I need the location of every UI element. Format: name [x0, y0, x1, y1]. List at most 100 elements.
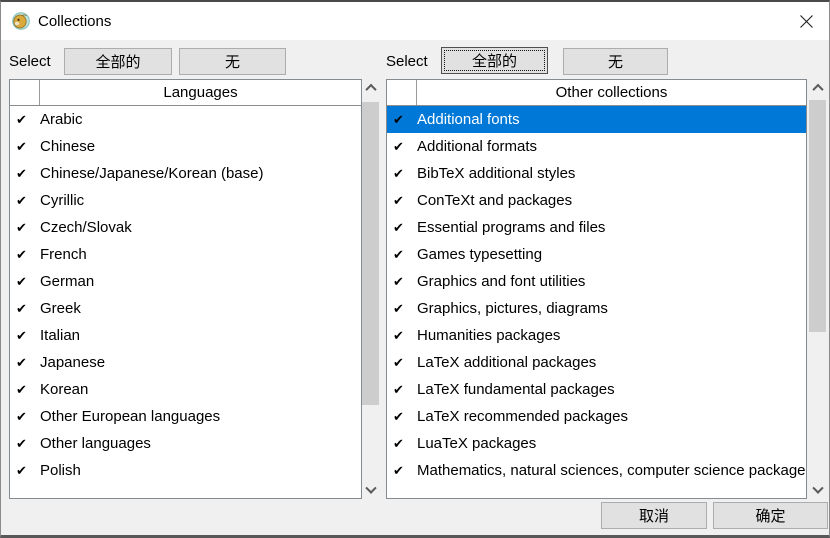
checkmark-icon: ✔	[10, 436, 40, 452]
list-item[interactable]: ✔BibTeX additional styles	[387, 160, 806, 187]
languages-header-label: Languages	[40, 80, 361, 105]
list-item[interactable]: ✔German	[10, 268, 361, 295]
list-item[interactable]: ✔Polish	[10, 457, 361, 484]
checkmark-icon: ✔	[10, 139, 40, 155]
list-item-label: Additional fonts	[417, 111, 806, 128]
scroll-down-button[interactable]	[362, 482, 379, 499]
list-item-label: ConTeXt and packages	[417, 192, 806, 209]
other-collections-list[interactable]: Other collections ✔Additional fonts ✔Add…	[386, 79, 807, 499]
list-item[interactable]: ✔Graphics, pictures, diagrams	[387, 295, 806, 322]
right-select-label: Select	[386, 53, 428, 70]
checkmark-icon: ✔	[387, 166, 417, 182]
texlive-logo-icon	[12, 12, 30, 30]
list-item[interactable]: ✔Greek	[10, 295, 361, 322]
checkmark-icon: ✔	[387, 409, 417, 425]
list-item-label: Essential programs and files	[417, 219, 806, 236]
checkmark-icon: ✔	[10, 463, 40, 479]
list-item[interactable]: ✔Chinese/Japanese/Korean (base)	[10, 160, 361, 187]
list-item-label: Chinese/Japanese/Korean (base)	[40, 165, 361, 182]
scroll-down-button[interactable]	[809, 482, 826, 499]
list-item[interactable]: ✔Games typesetting	[387, 241, 806, 268]
checkmark-icon: ✔	[10, 355, 40, 371]
checkmark-icon: ✔	[10, 112, 40, 128]
list-item[interactable]: ✔Other European languages	[10, 403, 361, 430]
checkmark-icon: ✔	[10, 166, 40, 182]
list-item[interactable]: ✔Graphics and font utilities	[387, 268, 806, 295]
list-item-label: Korean	[40, 381, 361, 398]
checkmark-icon: ✔	[10, 274, 40, 290]
list-item-label: LaTeX recommended packages	[417, 408, 806, 425]
checkmark-icon: ✔	[387, 112, 417, 128]
list-item[interactable]: ✔Korean	[10, 376, 361, 403]
checkmark-icon: ✔	[387, 328, 417, 344]
list-item-label: Polish	[40, 462, 361, 479]
checkmark-icon: ✔	[10, 382, 40, 398]
list-item[interactable]: ✔Cyrillic	[10, 187, 361, 214]
window-title: Collections	[38, 13, 111, 30]
other-collections-list-header[interactable]: Other collections	[387, 80, 806, 106]
checkmark-icon: ✔	[10, 328, 40, 344]
checkmark-icon: ✔	[387, 436, 417, 452]
list-item[interactable]: ✔Humanities packages	[387, 322, 806, 349]
list-item-label: Arabic	[40, 111, 361, 128]
other-collections-panel: Other collections ✔Additional fonts ✔Add…	[386, 79, 826, 499]
list-item-label: Other languages	[40, 435, 361, 452]
other-collections-scrollbar[interactable]	[809, 79, 826, 499]
list-item-label: Graphics and font utilities	[417, 273, 806, 290]
check-column-header	[10, 80, 40, 105]
list-item[interactable]: ✔Essential programs and files	[387, 214, 806, 241]
list-item-label: Additional formats	[417, 138, 806, 155]
list-item[interactable]: ✔ConTeXt and packages	[387, 187, 806, 214]
list-item[interactable]: ✔Chinese	[10, 133, 361, 160]
scroll-up-button[interactable]	[809, 79, 826, 96]
scroll-up-button[interactable]	[362, 79, 379, 96]
checkmark-icon: ✔	[10, 301, 40, 317]
list-item-label: Other European languages	[40, 408, 361, 425]
list-item-label: Games typesetting	[417, 246, 806, 263]
chevron-up-icon	[365, 83, 376, 94]
chevron-down-icon	[365, 482, 376, 493]
list-item-label: Greek	[40, 300, 361, 317]
list-item-label: Czech/Slovak	[40, 219, 361, 236]
list-item-label: Graphics, pictures, diagrams	[417, 300, 806, 317]
close-button[interactable]	[789, 6, 823, 36]
ok-button[interactable]: 确定	[713, 502, 828, 529]
chevron-down-icon	[812, 482, 823, 493]
other-collections-header-label: Other collections	[417, 80, 806, 105]
checkmark-icon: ✔	[10, 220, 40, 236]
languages-list[interactable]: Languages ✔Arabic ✔Chinese ✔Chinese/Japa…	[9, 79, 362, 499]
list-item[interactable]: ✔LuaTeX packages	[387, 430, 806, 457]
list-item[interactable]: ✔Italian	[10, 322, 361, 349]
list-item[interactable]: ✔Japanese	[10, 349, 361, 376]
list-item[interactable]: ✔Arabic	[10, 106, 361, 133]
list-item[interactable]: ✔LaTeX fundamental packages	[387, 376, 806, 403]
checkmark-icon: ✔	[387, 355, 417, 371]
right-select-all-button[interactable]: 全部的	[441, 47, 548, 74]
checkmark-icon: ✔	[387, 382, 417, 398]
list-item-label: Japanese	[40, 354, 361, 371]
list-item[interactable]: ✔LaTeX recommended packages	[387, 403, 806, 430]
scrollbar-thumb[interactable]	[362, 102, 379, 405]
left-select-all-button[interactable]: 全部的	[64, 48, 172, 75]
left-select-label: Select	[9, 53, 51, 70]
checkmark-icon: ✔	[10, 409, 40, 425]
checkmark-icon: ✔	[10, 193, 40, 209]
title-bar: Collections	[1, 2, 829, 40]
collections-dialog: Collections Select 全部的 无 Select 全部的 无 La…	[0, 0, 830, 538]
list-item[interactable]: ✔French	[10, 241, 361, 268]
languages-scrollbar[interactable]	[362, 79, 379, 499]
checkmark-icon: ✔	[387, 301, 417, 317]
list-item[interactable]: ✔Other languages	[10, 430, 361, 457]
list-item-selected[interactable]: ✔Additional fonts	[387, 106, 806, 133]
list-item[interactable]: ✔Mathematics, natural sciences, computer…	[387, 457, 806, 484]
list-item[interactable]: ✔Additional formats	[387, 133, 806, 160]
languages-list-header[interactable]: Languages	[10, 80, 361, 106]
list-item-label: Humanities packages	[417, 327, 806, 344]
right-select-none-button[interactable]: 无	[563, 48, 668, 75]
cancel-button[interactable]: 取消	[601, 502, 707, 529]
scrollbar-thumb[interactable]	[809, 100, 826, 332]
left-select-none-button[interactable]: 无	[179, 48, 286, 75]
list-item[interactable]: ✔LaTeX additional packages	[387, 349, 806, 376]
list-item[interactable]: ✔Czech/Slovak	[10, 214, 361, 241]
checkmark-icon: ✔	[387, 220, 417, 236]
